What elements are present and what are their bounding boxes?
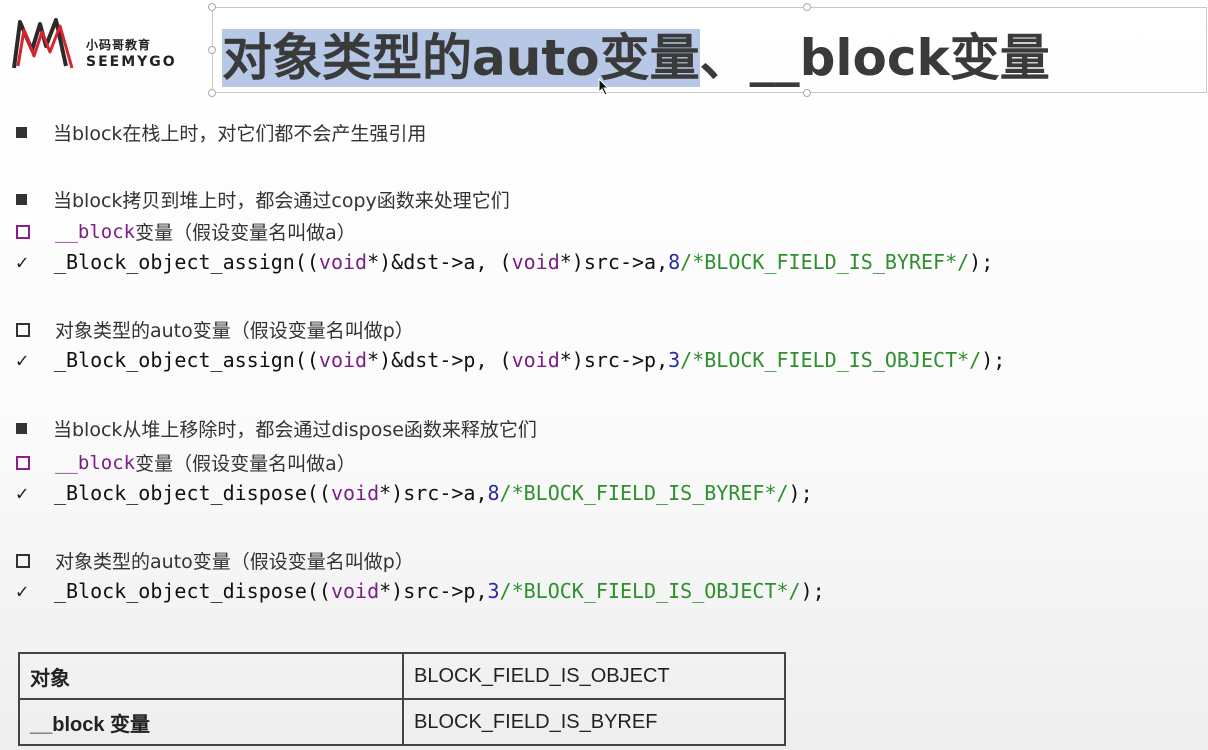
title-selected-text[interactable]: 对象类型的auto变量 — [222, 29, 700, 87]
bullet-line-stack: 当block在栈上时，对它们都不会产生强引用 — [16, 119, 426, 146]
square-bullet-icon — [16, 194, 27, 205]
bullet-line-copy: 当block拷贝到堆上时，都会通过copy函数来处理它们 — [16, 186, 510, 213]
sub-bullet-auto-var-dispose: 对象类型的auto变量（假设变量名叫做p） — [16, 547, 414, 574]
table-cell-flag: BLOCK_FIELD_IS_BYREF — [402, 698, 786, 746]
block-keyword: __block — [55, 220, 136, 243]
line-text: 对象类型的auto变量（假设变量名叫做p） — [55, 320, 414, 342]
code-comment: /*BLOCK_FIELD_IS_BYREF*/ — [680, 250, 970, 274]
code-fragment: *)src->a, — [559, 250, 669, 274]
code-fragment: *)&dst->a, ( — [367, 250, 512, 274]
code-fragment: ); — [788, 481, 813, 505]
page-title[interactable]: 对象类型的auto变量、__block变量 — [222, 18, 1050, 90]
square-bullet-icon — [16, 423, 27, 434]
logo-chinese-text: 小码哥教育 — [86, 38, 152, 52]
logo-english-text: SEEMYGO — [86, 54, 177, 70]
code-comment: /*BLOCK_FIELD_IS_OBJECT*/ — [680, 348, 982, 372]
code-number: 8 — [487, 481, 500, 505]
brand-logo: 小码哥教育 SEEMYGO — [10, 16, 210, 76]
code-fragment: *)src->p, — [379, 579, 488, 603]
code-line-assign-object: ✓ _Block_object_assign((void *)&dst->p, (… — [16, 348, 1005, 372]
code-line-assign-byref: ✓ _Block_object_assign((void *)&dst->a, (… — [16, 250, 993, 274]
title-rest-text[interactable]: 、__block变量 — [700, 29, 1050, 87]
hollow-square-bullet-icon — [16, 224, 30, 239]
code-comment: /*BLOCK_FIELD_IS_BYREF*/ — [499, 481, 789, 505]
square-bullet-icon — [16, 127, 27, 138]
code-keyword: void — [318, 250, 368, 274]
block-keyword: __block — [55, 451, 136, 474]
line-text: 变量（假设变量名叫做a） — [135, 222, 356, 244]
line-text: 对象类型的auto变量（假设变量名叫做p） — [55, 551, 414, 573]
line-text: 当block在栈上时，对它们都不会产生强引用 — [53, 123, 427, 145]
hollow-square-bullet-icon — [16, 322, 30, 337]
resize-handle-bottom-middle[interactable] — [803, 89, 811, 97]
code-comment: /*BLOCK_FIELD_IS_OBJECT*/ — [499, 579, 801, 603]
code-fragment: _Block_object_dispose(( — [54, 579, 331, 603]
bullet-line-dispose: 当block从堆上移除时，都会通过dispose函数来释放它们 — [16, 415, 537, 442]
code-fragment: *)&dst->p, ( — [367, 348, 512, 372]
code-fragment: *)src->p, — [559, 348, 669, 372]
sub-bullet-auto-var-copy: 对象类型的auto变量（假设变量名叫做p） — [16, 316, 414, 343]
code-fragment: _Block_object_dispose(( — [54, 481, 331, 505]
code-keyword: void — [511, 250, 560, 274]
line-text: 当block从堆上移除时，都会通过dispose函数来释放它们 — [53, 419, 537, 441]
checkmark-icon: ✓ — [16, 579, 29, 603]
line-text: 当block拷贝到堆上时，都会通过copy函数来处理它们 — [53, 190, 510, 212]
code-line-dispose-object: ✓ _Block_object_dispose((void *)src->p, 3… — [16, 579, 825, 603]
resize-handle-middle-left[interactable] — [208, 46, 216, 54]
code-number: 8 — [668, 250, 681, 274]
table-cell-type: __block 变量 — [18, 698, 404, 746]
resize-handle-bottom-left[interactable] — [208, 89, 216, 97]
code-keyword: void — [330, 579, 380, 603]
code-fragment: ); — [969, 250, 994, 274]
code-number: 3 — [668, 348, 681, 372]
checkmark-icon: ✓ — [16, 481, 29, 505]
sub-bullet-block-var-copy: __block 变量（假设变量名叫做a） — [16, 218, 356, 245]
table-cell-flag: BLOCK_FIELD_IS_OBJECT — [402, 652, 786, 700]
code-fragment: ); — [800, 579, 825, 603]
logo-mark-icon — [12, 18, 74, 69]
code-keyword: void — [330, 481, 380, 505]
hollow-square-bullet-icon — [16, 553, 30, 568]
code-line-dispose-byref: ✓ _Block_object_dispose((void *)src->a, 8… — [16, 481, 813, 505]
checkmark-icon: ✓ — [16, 348, 29, 372]
sub-bullet-block-var-dispose: __block 变量（假设变量名叫做a） — [16, 449, 356, 476]
code-fragment: _Block_object_assign(( — [54, 348, 319, 372]
resize-handle-top-middle[interactable] — [803, 3, 811, 11]
mouse-cursor-icon — [598, 78, 610, 96]
code-keyword: void — [511, 348, 560, 372]
hollow-square-bullet-icon — [16, 455, 30, 470]
resize-handle-top-left[interactable] — [208, 3, 216, 11]
table-row: __block 变量 BLOCK_FIELD_IS_BYREF — [18, 698, 786, 746]
code-keyword: void — [318, 348, 368, 372]
code-fragment: ); — [981, 348, 1006, 372]
checkmark-icon: ✓ — [16, 250, 29, 274]
table-row: 对象 BLOCK_FIELD_IS_OBJECT — [18, 652, 786, 700]
code-fragment: _Block_object_assign(( — [54, 250, 319, 274]
code-fragment: *)src->a, — [379, 481, 488, 505]
line-text: 变量（假设变量名叫做a） — [135, 453, 356, 475]
flag-mapping-table: 对象 BLOCK_FIELD_IS_OBJECT __block 变量 BLOC… — [18, 652, 786, 746]
code-number: 3 — [487, 579, 500, 603]
table-cell-type: 对象 — [18, 652, 404, 700]
